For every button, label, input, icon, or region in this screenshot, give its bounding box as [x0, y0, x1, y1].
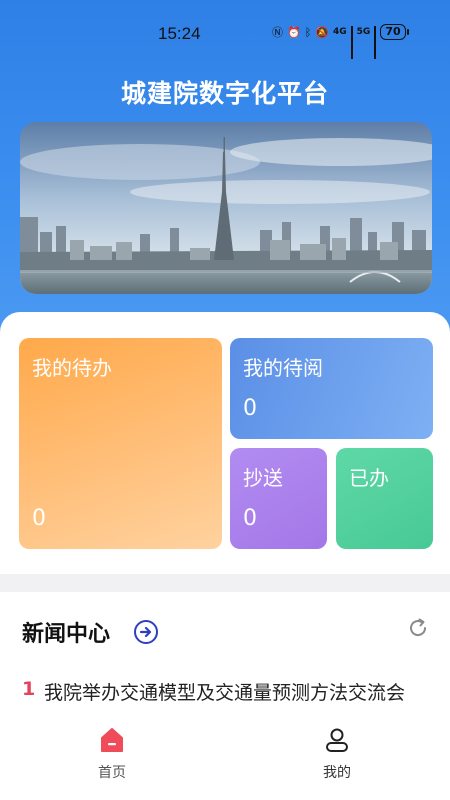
refresh-icon[interactable] — [406, 616, 430, 640]
alarm-icon: ⏰ — [287, 25, 301, 39]
battery-indicator: 70 — [380, 24, 409, 40]
todo-count: 0 — [32, 506, 46, 531]
todo-label: 我的待办 — [32, 356, 112, 380]
cc-count: 0 — [243, 506, 257, 531]
news-item-number: 1 — [22, 678, 36, 700]
to-read-count: 0 — [243, 396, 257, 421]
tab-mine[interactable]: 我的 — [297, 726, 377, 782]
status-bar: 15:24 Ⓝ ⏰ ᛒ 🔕 4G 5G 70 — [0, 0, 450, 66]
status-icons: Ⓝ ⏰ ᛒ 🔕 4G 5G 70 — [272, 24, 409, 59]
nfc-icon: Ⓝ — [272, 26, 283, 39]
app-title: 城建院数字化平台 — [120, 79, 329, 108]
done-label: 已办 — [349, 466, 389, 490]
home-icon — [101, 728, 123, 752]
to-read-label: 我的待阅 — [243, 356, 323, 380]
news-list-item[interactable]: 1 我院举办交通模型及交通量预测方法交流会 — [22, 678, 432, 705]
network-5g-label: 5G — [356, 27, 371, 37]
to-read-card[interactable]: 我的待阅 0 — [230, 338, 433, 439]
news-section-title: 新闻中心 — [22, 622, 111, 647]
bottom-tab-bar: 首页 我的 — [0, 720, 450, 800]
tab-home[interactable]: 首页 — [72, 726, 152, 782]
banner-image[interactable] — [20, 122, 432, 294]
mute-icon: 🔕 — [315, 25, 330, 39]
done-card[interactable]: 已办 — [336, 448, 433, 549]
todo-card[interactable]: 我的待办 0 — [19, 338, 222, 549]
tab-mine-label: 我的 — [323, 765, 351, 781]
status-time: 15:24 — [158, 24, 201, 43]
signal-4g-icon — [350, 26, 353, 59]
news-more-arrow-icon[interactable] — [134, 620, 158, 644]
cc-card[interactable]: 抄送 0 — [230, 448, 327, 549]
signal-5g-icon — [374, 26, 377, 59]
news-item-title: 我院举办交通模型及交通量预测方法交流会 — [44, 682, 406, 704]
bluetooth-icon: ᛒ — [304, 25, 312, 39]
user-icon — [326, 728, 348, 752]
cc-label: 抄送 — [243, 466, 283, 490]
city-skyline-image — [20, 122, 432, 294]
network-4g-label: 4G — [333, 27, 347, 37]
tab-home-label: 首页 — [98, 765, 126, 781]
